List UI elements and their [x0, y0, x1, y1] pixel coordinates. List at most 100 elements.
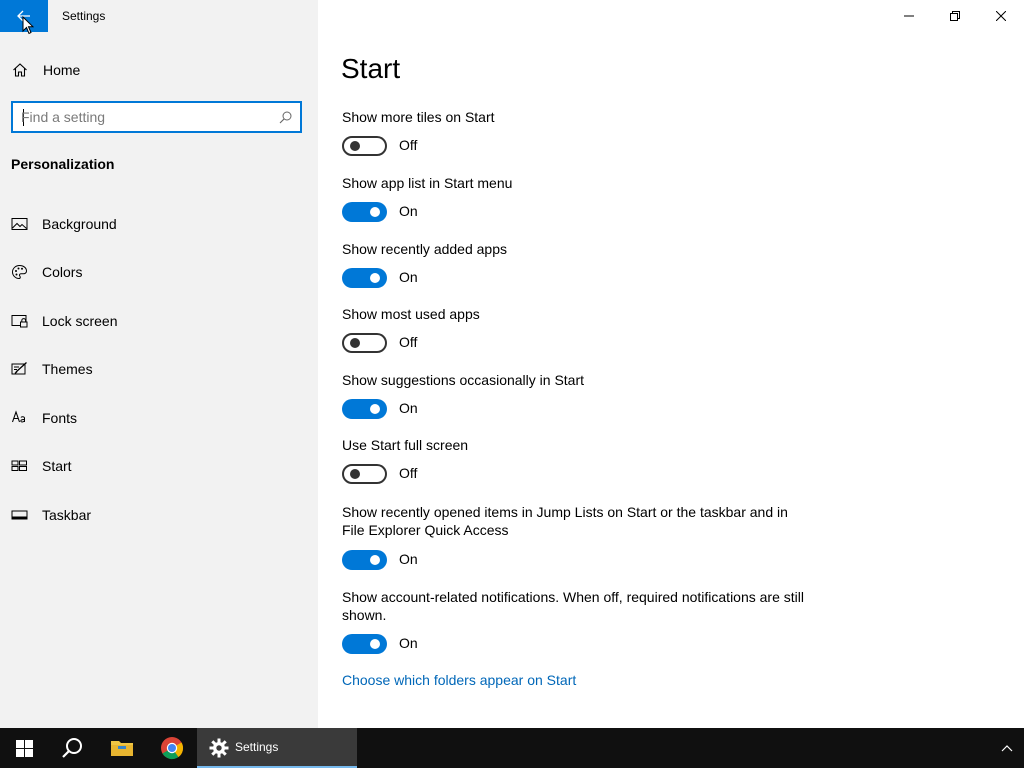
gear-icon: [209, 738, 229, 758]
sidebar-item-label: Taskbar: [42, 507, 92, 523]
setting-full-screen: Use Start full screen Off: [342, 436, 812, 484]
toggle-knob: [370, 207, 380, 217]
toggle-row: Off: [342, 136, 542, 156]
search-input[interactable]: [21, 108, 271, 126]
setting-label: Show recently added apps: [342, 241, 507, 257]
setting-account-notifications: Show account-related notifications. When…: [342, 588, 812, 654]
toggle-state: Off: [399, 465, 418, 481]
sidebar-item-label: Start: [42, 458, 72, 474]
toggle-knob: [370, 404, 380, 414]
sidebar-item-label: Lock screen: [42, 313, 118, 329]
setting-label: Show suggestions occasionally in Start: [342, 372, 585, 388]
show-hidden-icons-button[interactable]: [994, 728, 1020, 768]
toggle-state: Off: [399, 334, 418, 350]
window-title: Settings: [62, 9, 106, 23]
sidebar-item-label: Background: [42, 216, 117, 232]
main-content: Start Show more tiles on Start Off Show …: [318, 0, 1024, 728]
sidebar-item-fonts[interactable]: Fonts: [0, 398, 318, 438]
sidebar-item-label: Fonts: [42, 410, 78, 426]
toggle-row: Off: [342, 464, 542, 484]
start-button[interactable]: [0, 728, 48, 768]
lock-screen-icon: [11, 315, 28, 328]
taskbar-search-button[interactable]: [48, 728, 96, 768]
restore-button[interactable]: [932, 0, 978, 32]
setting-most-used-apps: Show most used apps Off: [342, 305, 812, 353]
file-explorer-button[interactable]: [98, 728, 146, 768]
toggle-switch[interactable]: [342, 268, 387, 288]
toggle-row: On: [342, 202, 542, 222]
toggle-state: On: [399, 269, 418, 285]
toggle-knob: [350, 338, 360, 348]
toggle-knob: [370, 273, 380, 283]
setting-show-more-tiles: Show more tiles on Start Off: [342, 108, 812, 156]
close-icon: [996, 11, 1006, 21]
choose-folders-link[interactable]: Choose which folders appear on Start: [342, 672, 576, 688]
toggle-switch[interactable]: [342, 333, 387, 353]
toggle-row: On: [342, 399, 542, 419]
mouse-cursor-icon: [22, 16, 34, 35]
home-icon: [13, 63, 27, 77]
themes-icon: [11, 362, 27, 375]
section-heading: Personalization: [11, 156, 115, 172]
sidebar-item-label: Colors: [42, 264, 83, 280]
toggle-row: On: [342, 550, 542, 570]
sidebar-item-background[interactable]: Background: [0, 204, 318, 244]
search-icon[interactable]: [279, 111, 292, 124]
toggle-state: On: [399, 551, 418, 567]
back-button[interactable]: [0, 0, 48, 35]
start-icon: [11, 460, 27, 471]
setting-label: Show most used apps: [342, 306, 480, 322]
folder-icon: [111, 741, 133, 756]
toggle-knob: [350, 141, 360, 151]
taskbar-settings-label: Settings: [235, 740, 279, 754]
taskbar-settings-app[interactable]: Settings: [197, 728, 357, 768]
toggle-row: On: [342, 634, 542, 654]
setting-label: Show account-related notifications. When…: [342, 589, 804, 623]
setting-show-app-list: Show app list in Start menu On: [342, 174, 812, 222]
minimize-button[interactable]: [886, 0, 932, 32]
sidebar-item-start[interactable]: Start: [0, 446, 318, 486]
toggle-switch[interactable]: [342, 136, 387, 156]
toggle-knob: [370, 639, 380, 649]
setting-label: Show app list in Start menu: [342, 175, 513, 191]
toggle-switch[interactable]: [342, 202, 387, 222]
toggle-row: Off: [342, 333, 542, 353]
toggle-switch[interactable]: [342, 399, 387, 419]
toggle-knob: [350, 469, 360, 479]
setting-label: Use Start full screen: [342, 437, 469, 453]
toggle-switch[interactable]: [342, 550, 387, 570]
toggle-row: On: [342, 268, 542, 288]
home-nav-item[interactable]: Home: [0, 52, 318, 88]
toggle-switch[interactable]: [342, 464, 387, 484]
setting-label: Show more tiles on Start: [342, 109, 495, 125]
sidebar-item-lock-screen[interactable]: Lock screen: [0, 301, 318, 341]
minimize-icon: [904, 15, 914, 17]
sidebar-item-colors[interactable]: Colors: [0, 252, 318, 292]
palette-icon: [11, 264, 28, 280]
sidebar-item-label: Themes: [42, 361, 93, 377]
close-button[interactable]: [978, 0, 1024, 32]
page-title: Start: [341, 53, 401, 84]
chrome-button[interactable]: [148, 728, 196, 768]
chevron-up-icon: [1001, 745, 1013, 752]
setting-jump-lists: Show recently opened items in Jump Lists…: [342, 503, 812, 570]
sidebar-item-taskbar[interactable]: Taskbar: [0, 495, 318, 535]
toggle-knob: [370, 555, 380, 565]
taskbar: Settings: [0, 728, 1024, 768]
search-box[interactable]: [11, 101, 302, 133]
chrome-icon: [161, 737, 184, 760]
toggle-switch[interactable]: [342, 634, 387, 654]
windows-logo-icon: [15, 739, 33, 757]
sidebar: Settings Home Personalization Background…: [0, 0, 318, 728]
setting-recently-added-apps: Show recently added apps On: [342, 240, 812, 288]
toggle-state: On: [399, 400, 418, 416]
taskbar-icon: [11, 510, 28, 520]
setting-label: Show recently opened items in Jump Lists…: [342, 504, 788, 538]
search-icon: [62, 738, 82, 758]
setting-suggestions: Show suggestions occasionally in Start O…: [342, 371, 812, 419]
sidebar-item-themes[interactable]: Themes: [0, 349, 318, 389]
toggle-state: On: [399, 203, 418, 219]
fonts-icon: [11, 410, 25, 423]
home-label: Home: [43, 62, 81, 78]
toggle-state: Off: [399, 137, 418, 153]
